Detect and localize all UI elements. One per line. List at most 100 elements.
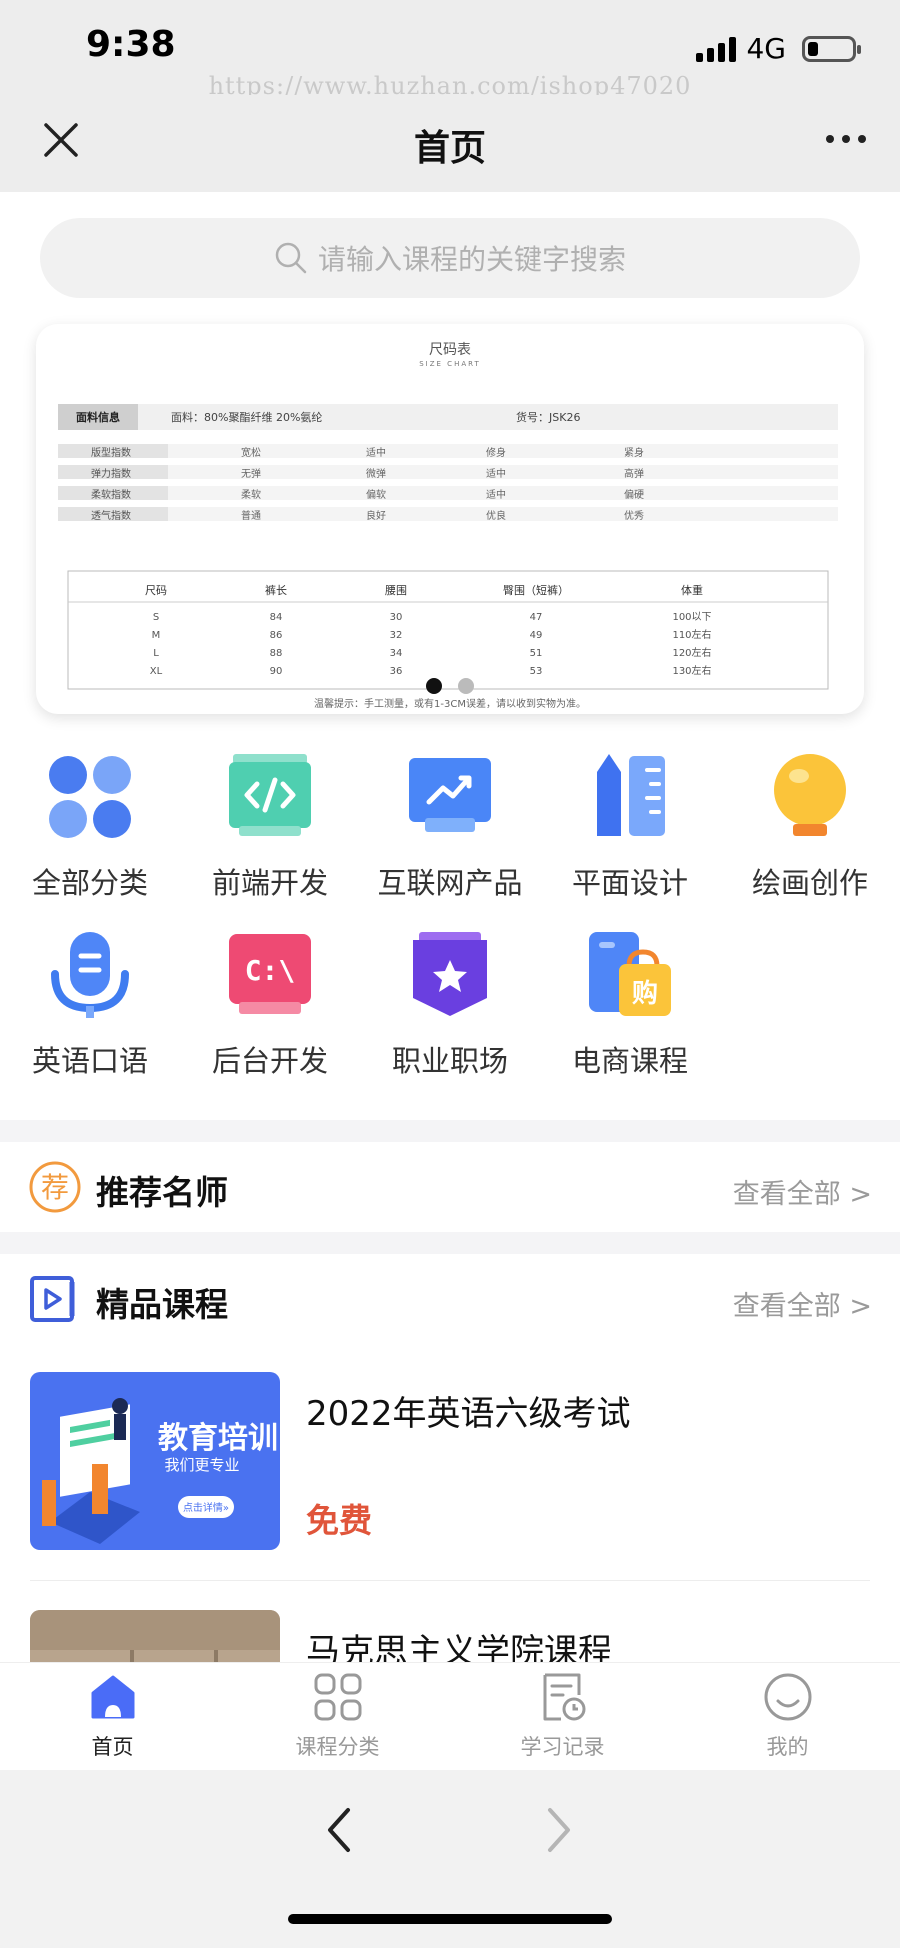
section-title: 精品课程 [96, 1285, 228, 1324]
battery-icon [802, 35, 861, 62]
attr-name: 弹力指数 [91, 467, 131, 480]
thumb-subtitle: 我们更专业 [164, 1456, 239, 1474]
size-cell: 130左右 [672, 664, 711, 677]
category-graphic-design[interactable]: 平面设计 [540, 752, 720, 902]
section-separator [0, 1232, 900, 1254]
tab-label: 课程分类 [295, 1735, 380, 1759]
size-cell: 49 [530, 630, 543, 641]
category-label: 全部分类 [31, 866, 148, 900]
banner-title: 尺码表 [429, 342, 471, 358]
courses-section-header: 精品课程 查看全部 > [0, 1254, 900, 1344]
category-label: 电商课程 [571, 1044, 688, 1078]
tab-label: 首页 [91, 1735, 134, 1759]
nav-bar: 首页 [0, 95, 900, 192]
attr-option: 良好 [366, 509, 386, 522]
category-label: 前端开发 [211, 866, 328, 900]
attr-name: 柔软指数 [91, 488, 131, 501]
status-indicators: 4G [696, 32, 861, 65]
tab-home[interactable]: 首页 [0, 1671, 225, 1761]
size-header: 腰围 [385, 584, 407, 597]
network-type: 4G [746, 32, 786, 65]
attr-option: 紧身 [624, 446, 644, 459]
study-record-icon [543, 1673, 585, 1721]
size-cell: 100以下 [672, 612, 711, 623]
size-header: 体重 [681, 583, 703, 597]
tab-study-record[interactable]: 学习记录 [450, 1671, 675, 1761]
attr-option: 适中 [486, 488, 506, 501]
back-arrow-icon[interactable] [318, 1800, 358, 1860]
carousel-dot-2[interactable] [458, 678, 474, 694]
teachers-section-header: 荐 推荐名师 查看全部 > [0, 1142, 900, 1232]
category-frontend[interactable]: 前端开发 [180, 752, 360, 902]
size-cell: L [153, 648, 159, 659]
status-bar: 9:38 4G https://www.huzhan.com/ishop4702… [0, 0, 900, 100]
trend-chart-icon [409, 758, 491, 832]
size-cell: 86 [270, 630, 283, 641]
category-backend[interactable]: C:\ 后台开发 [180, 930, 360, 1080]
size-cell: XL [150, 666, 163, 677]
size-header: 裤长 [265, 583, 287, 597]
terminal-icon: C:\ [229, 934, 311, 1014]
search-placeholder: 请输入课程的关键字搜索 [317, 243, 626, 276]
course-item[interactable]: 马克思主义学院课程 [0, 1610, 900, 1662]
banner-note: 温馨提示：手工测量，或有1-3CM误差，请以收到实物为准。 [314, 697, 586, 710]
size-header: 臀围（短裤） [503, 583, 569, 597]
shopping-bag-icon: 购 [589, 932, 671, 1016]
category-label: 平面设计 [571, 866, 688, 900]
code-icon [229, 754, 311, 836]
size-cell: 32 [390, 630, 403, 641]
thumb-title: 教育培训 [158, 1421, 278, 1456]
attr-option: 高弹 [624, 467, 644, 480]
category-ecommerce[interactable]: 购 电商课程 [540, 930, 720, 1080]
home-indicator [288, 1914, 612, 1924]
badge-star-icon [413, 932, 487, 1016]
divider [30, 1580, 870, 1581]
size-cell: 84 [270, 612, 283, 623]
size-cell: 47 [530, 612, 543, 623]
tab-mine[interactable]: 我的 [675, 1671, 900, 1761]
size-cell: 120左右 [672, 646, 711, 659]
education-illustration: 教育培训 我们更专业 点击详情» [30, 1372, 280, 1550]
course-item[interactable]: 教育培训 我们更专业 点击详情» 2022年英语六级考试 免费 [0, 1372, 900, 1552]
search-bar[interactable]: 请输入课程的关键字搜索 [40, 218, 860, 298]
section-separator [0, 1120, 900, 1142]
tab-course-category[interactable]: 课程分类 [225, 1671, 450, 1761]
svg-text:购: 购 [632, 979, 658, 1009]
video-play-icon [30, 1276, 75, 1322]
tab-bar: 首页 课程分类 学习记录 我的 [0, 1662, 900, 1770]
recommend-badge-icon: 荐 [29, 1161, 81, 1213]
view-all-courses-link[interactable]: 查看全部 > [733, 1284, 872, 1323]
category-label: 后台开发 [211, 1044, 328, 1078]
tab-label: 我的 [766, 1735, 809, 1759]
more-options-icon[interactable] [826, 135, 866, 143]
category-painting[interactable]: 绘画创作 [720, 752, 900, 902]
home-icon [91, 1675, 134, 1719]
signal-icon [696, 36, 737, 62]
carousel-dot-1[interactable] [426, 678, 442, 694]
course-title: 2022年英语六级考试 [306, 1394, 631, 1434]
category-internet-product[interactable]: 互联网产品 [360, 752, 540, 902]
view-all-teachers-link[interactable]: 查看全部 > [733, 1172, 872, 1211]
attr-option: 适中 [486, 467, 506, 480]
category-career[interactable]: 职业职场 [360, 930, 540, 1080]
category-all[interactable]: 全部分类 [0, 752, 180, 902]
smile-face-icon [764, 1673, 811, 1721]
section-title: 推荐名师 [96, 1173, 228, 1212]
attr-option: 优秀 [624, 509, 644, 522]
attr-option: 修身 [486, 446, 506, 459]
attr-option: 无弹 [241, 467, 261, 480]
banner-subtitle: SIZE CHART [419, 360, 481, 368]
search-icon [275, 242, 307, 274]
attr-option: 适中 [366, 446, 386, 459]
size-chart-image: 尺码表 SIZE CHART 面料信息 面料：80%聚酯纤维 20%氨纶 货号：… [58, 342, 838, 710]
size-cell: M [152, 630, 161, 641]
forward-arrow-icon[interactable] [540, 1800, 580, 1860]
attr-name: 透气指数 [91, 509, 131, 522]
attr-option: 微弹 [366, 467, 386, 480]
course-thumbnail: 教育培训 我们更专业 点击详情» [30, 1372, 280, 1550]
attr-option: 偏软 [366, 488, 386, 501]
size-cell: 90 [270, 666, 283, 677]
course-title: 马克思主义学院课程 [306, 1632, 612, 1662]
banner-carousel[interactable]: 尺码表 SIZE CHART 面料信息 面料：80%聚酯纤维 20%氨纶 货号：… [36, 324, 864, 714]
category-english[interactable]: 英语口语 [0, 930, 180, 1080]
